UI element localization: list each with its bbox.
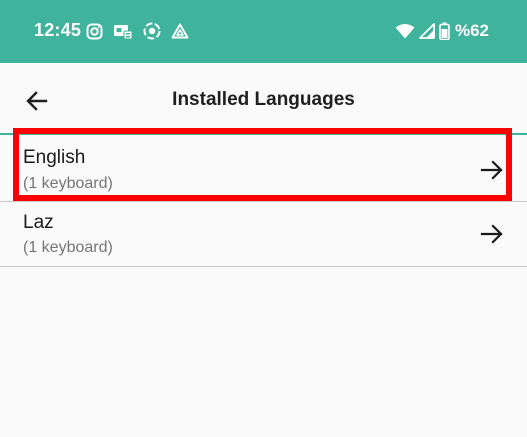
instagram-icon: [86, 23, 103, 40]
drive-icon: [171, 23, 189, 40]
language-list: English (1 keyboard) Laz (1 keyboard): [0, 135, 527, 267]
arrow-right-icon[interactable]: [480, 222, 504, 246]
status-bar: 12:45 %62: [0, 0, 527, 63]
page-title: Installed Languages: [172, 89, 355, 110]
status-time: 12:45: [34, 20, 82, 40]
signal-icon: [419, 23, 435, 39]
screen: 12:45 %62 Installed Languages English (1…: [0, 0, 527, 437]
sim-card-icon: [113, 23, 133, 40]
status-system-icons: %62: [395, 21, 489, 41]
language-name: English: [23, 147, 86, 168]
arrow-right-icon[interactable]: [480, 158, 504, 182]
language-keyboard-count: (1 keyboard): [23, 175, 113, 192]
battery-percentage: %62: [454, 21, 489, 40]
language-item-english[interactable]: English (1 keyboard): [0, 135, 527, 202]
battery-icon: [439, 22, 450, 40]
language-keyboard-count: (1 keyboard): [23, 239, 113, 256]
record-icon: [143, 22, 161, 40]
toolbar: Installed Languages: [0, 63, 527, 133]
language-item-laz[interactable]: Laz (1 keyboard): [0, 202, 527, 267]
wifi-icon: [395, 23, 415, 39]
language-name: Laz: [23, 212, 54, 233]
status-notification-icons: [86, 22, 189, 40]
